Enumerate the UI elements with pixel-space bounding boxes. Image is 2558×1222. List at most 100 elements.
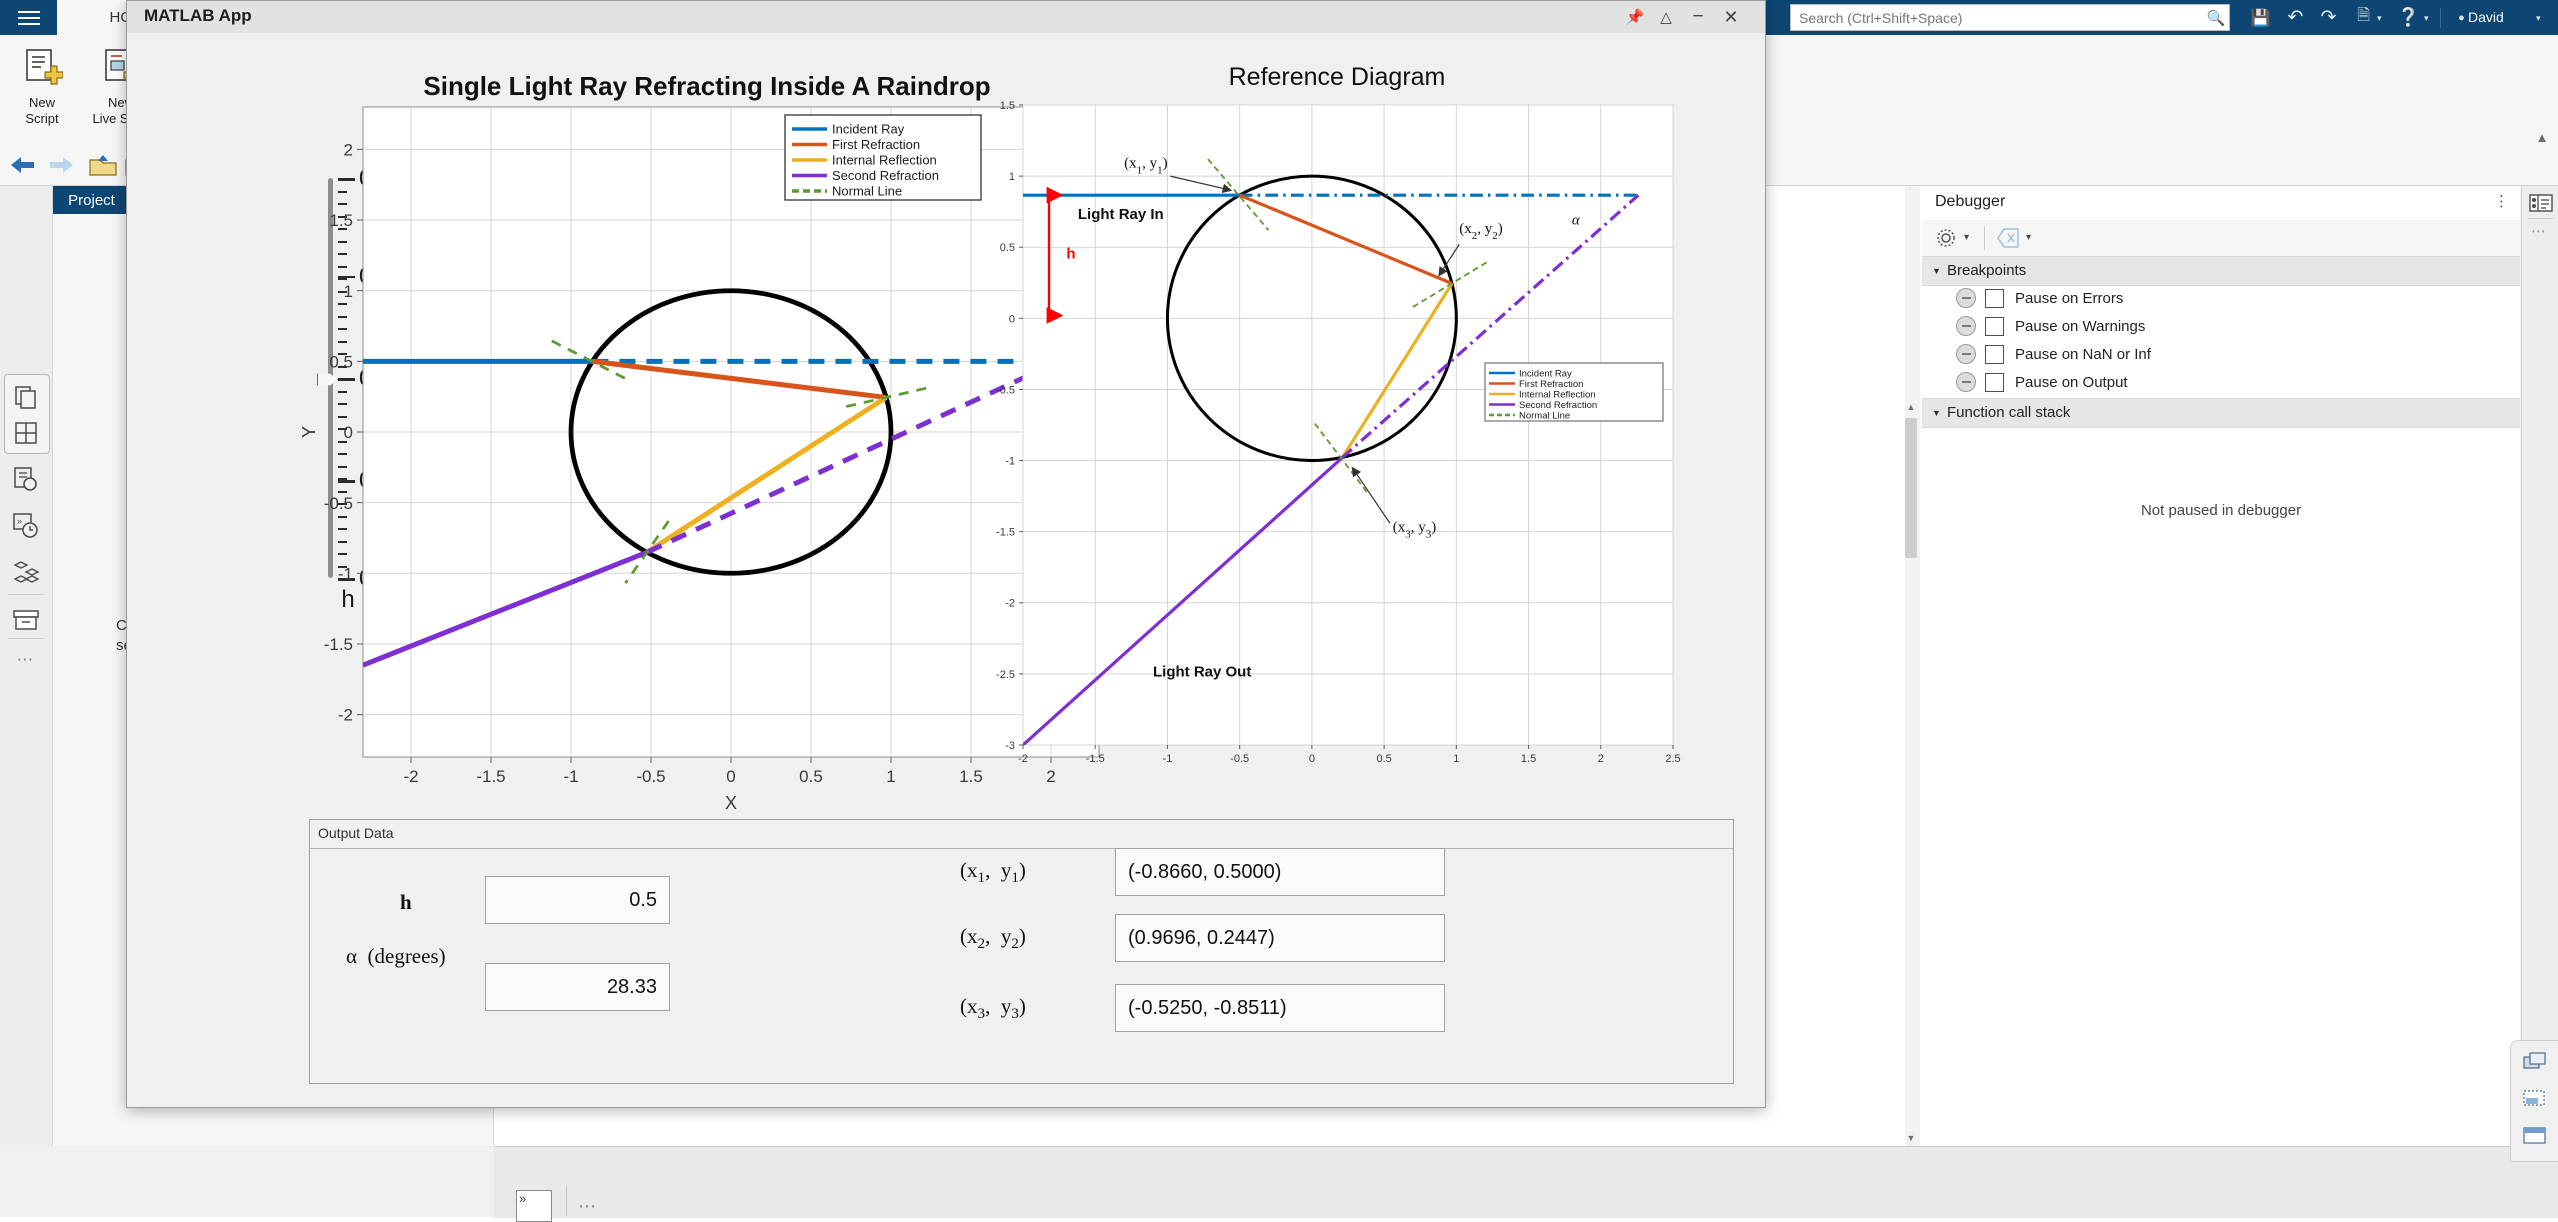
maximize-icon[interactable]: △: [1652, 5, 1680, 29]
alpha-field[interactable]: 28.33: [485, 963, 670, 1011]
back-icon[interactable]: [6, 152, 40, 178]
breakpoint-pause-on-nan-or-inf[interactable]: Pause on NaN or Inf: [1922, 340, 2520, 368]
user-chevron-down-icon[interactable]: ▾: [2536, 13, 2545, 23]
pause-on-errors-checkbox[interactable]: [1985, 288, 2004, 308]
debugger-empty-state: Not paused in debugger: [2140, 502, 2302, 519]
legend-label: First Refraction: [832, 137, 920, 152]
point2-field[interactable]: (0.9696, 0.2447): [1115, 914, 1445, 962]
editor-scroll-thumb[interactable]: [1905, 418, 1917, 558]
x-tick-label: 1: [886, 767, 895, 786]
undo-icon[interactable]: ↶: [2282, 5, 2309, 30]
debugger-options-icon[interactable]: ⋮: [2494, 192, 2510, 210]
section-breakpoints[interactable]: ▼ Breakpoints: [1922, 256, 2520, 286]
y-tick-label: -0.5: [324, 494, 353, 513]
layout-chevron-down-icon[interactable]: ▾: [2377, 13, 2386, 23]
rail-more-icon[interactable]: ⋯: [7, 641, 45, 679]
breakpoint-disable-icon[interactable]: [1956, 316, 1976, 336]
command-window-icon[interactable]: »: [516, 1190, 552, 1222]
breakpoint-pause-on-warnings[interactable]: Pause on Warnings: [1922, 312, 2520, 340]
rail-divider-1: [8, 594, 44, 595]
x-tick-label: -2: [1018, 753, 1028, 765]
legend-label: Normal Line: [832, 184, 902, 199]
y-tick-label: -2: [1005, 598, 1015, 610]
left-rail: » ⋯: [0, 186, 53, 1146]
panel-layout-icon[interactable]: [2519, 1121, 2551, 1151]
document-layout-icon[interactable]: [2519, 1083, 2551, 1113]
search-box[interactable]: 🔍: [1790, 4, 2230, 31]
x-tick-label: -1.5: [476, 767, 505, 786]
x-tick-label: 0.5: [1376, 753, 1391, 765]
matlab-app-window: MATLAB App 📌 △ − ✕ 0.990.750.50.250.01 h…: [126, 0, 1766, 1108]
section-function-call-stack[interactable]: ▼ Function call stack: [1922, 398, 2520, 428]
point3-field[interactable]: (-0.5250, -0.8511): [1115, 984, 1445, 1032]
pause-on-nan-or-inf-label: Pause on NaN or Inf: [2015, 345, 2151, 363]
breakpoint-pause-on-output[interactable]: Pause on Output: [1922, 368, 2520, 396]
main-menu-icon[interactable]: [8, 3, 50, 33]
find-in-files-icon[interactable]: [7, 461, 45, 499]
y-tick-label: -1.5: [996, 527, 1015, 539]
archive-icon[interactable]: [7, 601, 45, 639]
right-rail-divider: [2528, 218, 2554, 219]
app-content: 0.990.750.50.250.01 h Single Light Ray R…: [127, 33, 1765, 1107]
pause-on-errors-label: Pause on Errors: [2015, 289, 2124, 307]
breakpoint-disable-icon[interactable]: [1956, 344, 1976, 364]
legend-label: Internal Reflection: [1519, 389, 1596, 400]
search-input[interactable]: [1791, 5, 2203, 30]
right-rail-more-icon[interactable]: ⋯: [2531, 222, 2548, 240]
point1-value: (-0.8660, 0.5000): [1128, 860, 1282, 883]
add-ons-icon[interactable]: [7, 554, 45, 592]
app-title: MATLAB App: [144, 6, 252, 25]
tab-project[interactable]: Project: [53, 186, 130, 214]
command-history-icon[interactable]: »: [7, 506, 45, 544]
breakpoints-collapse-icon[interactable]: ▼: [1932, 266, 1941, 276]
rail-divider-2: [8, 638, 44, 639]
debugger-toolbar-divider: [1984, 226, 1985, 250]
tile-layout-icon[interactable]: [2519, 1047, 2551, 1077]
y-tick-label: 1.5: [1000, 100, 1015, 112]
legend-label: Incident Ray: [1519, 368, 1572, 379]
clear-breakpoints-chevron-down-icon[interactable]: ▾: [2026, 232, 2031, 243]
pause-on-nan-or-inf-checkbox[interactable]: [1985, 344, 2004, 364]
editor-scrollbar[interactable]: ▲ ▼: [1905, 186, 1920, 1146]
panel-collapse-icon[interactable]: ▲: [2530, 128, 2554, 146]
breakpoint-disable-icon[interactable]: [1956, 372, 1976, 392]
x-tick-label: -1.5: [1086, 753, 1105, 765]
pause-on-output-checkbox[interactable]: [1985, 372, 2004, 392]
redo-icon[interactable]: ↷: [2315, 5, 2342, 30]
help-chevron-down-icon[interactable]: ▾: [2424, 13, 2433, 23]
debugger-settings-icon[interactable]: [1934, 226, 1958, 255]
help-icon[interactable]: ❔: [2395, 5, 2422, 30]
scroll-up-icon[interactable]: ▲: [1905, 400, 1917, 414]
debugger-settings-chevron-down-icon[interactable]: ▾: [1964, 232, 1969, 243]
y-tick-label: 0: [344, 423, 353, 442]
minimize-icon[interactable]: −: [1684, 5, 1712, 29]
layout-icon[interactable]: 🗎: [2350, 5, 2377, 30]
breakpoint-disable-icon[interactable]: [1956, 288, 1976, 308]
point1-field[interactable]: (-0.8660, 0.5000): [1115, 848, 1445, 896]
user-name[interactable]: David: [2468, 9, 2504, 25]
status-more-icon[interactable]: ⋯: [578, 1196, 599, 1217]
grid-view-icon[interactable]: [7, 414, 45, 452]
pause-on-warnings-checkbox[interactable]: [1985, 316, 2004, 336]
scroll-down-icon[interactable]: ▼: [1905, 1131, 1917, 1145]
y-tick-label: -1: [1005, 456, 1015, 468]
breakpoints-label: Breakpoints: [1947, 262, 2027, 279]
workspace-icon[interactable]: [2526, 188, 2556, 218]
up-folder-icon[interactable]: [88, 152, 118, 178]
clear-breakpoints-icon[interactable]: [1996, 227, 2020, 254]
x-tick-label: 0: [1309, 753, 1315, 765]
function-call-stack-collapse-icon[interactable]: ▼: [1932, 408, 1941, 418]
copy-files-icon[interactable]: [7, 378, 45, 416]
legend-label: Incident Ray: [832, 122, 905, 137]
y-tick-label: 0.5: [329, 352, 353, 371]
breakpoint-pause-on-errors[interactable]: Pause on Errors: [1922, 284, 2520, 312]
save-icon[interactable]: 💾: [2247, 5, 2274, 30]
debugger-title-bar: Debugger ⋮: [1922, 186, 2520, 221]
close-icon[interactable]: ✕: [1717, 5, 1745, 29]
light-ray-out-annotation: Light Ray Out: [1153, 664, 1251, 681]
y-tick-label: 1: [344, 282, 353, 301]
pin-icon[interactable]: 📌: [1621, 5, 1649, 29]
h-field[interactable]: 0.5: [485, 876, 670, 924]
forward-icon[interactable]: [44, 152, 78, 178]
app-title-bar[interactable]: MATLAB App 📌 △ − ✕: [127, 1, 1765, 34]
